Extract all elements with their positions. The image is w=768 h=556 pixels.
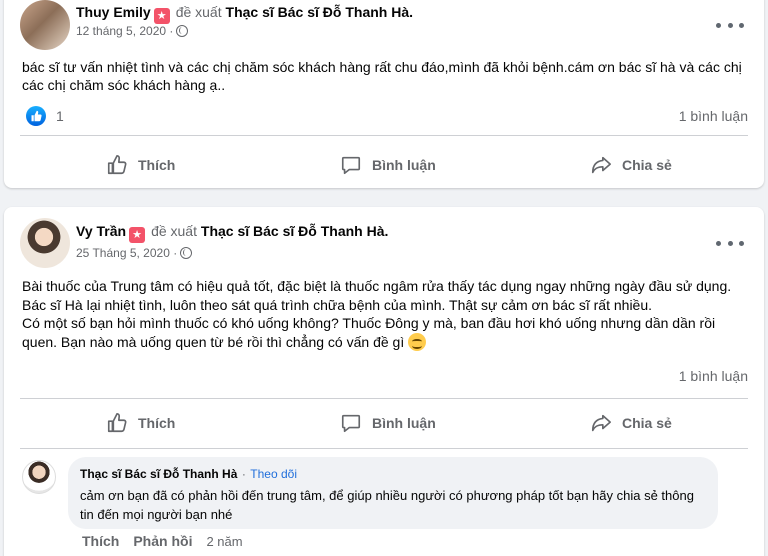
avatar[interactable]: [20, 218, 70, 268]
post-text: bác sĩ tư vấn nhiệt tình và các chị chăm…: [22, 59, 742, 93]
comment-icon: [341, 414, 361, 433]
like-count[interactable]: 1: [56, 108, 64, 124]
comment-count[interactable]: 1 bình luận: [679, 108, 748, 124]
post-card: Thuy Emily ★ đề xuất Thạc sĩ Bác sĩ Đỗ Tha…: [4, 0, 764, 188]
divider: [20, 398, 748, 399]
thumbs-up-icon: [107, 413, 127, 433]
post-text-line: Bài thuốc của Trung tâm có hiệu quả tốt,…: [22, 278, 732, 294]
smile-emoji-icon: [408, 332, 427, 351]
comment-bubble: Thạc sĩ Bác sĩ Đỗ Thanh Hà · Theo dõi cả…: [68, 457, 718, 529]
post-date[interactable]: 12 tháng 5, 2020 ·: [76, 24, 173, 38]
post-text-line: Có một số bạn hỏi mình thuốc có khó uống…: [22, 314, 742, 351]
post-text-line: Bác sĩ Hà lại nhiệt tình, luôn theo sát …: [22, 296, 653, 313]
share-label: Chia sẻ: [622, 157, 672, 173]
comment-button[interactable]: Bình luận: [340, 147, 436, 183]
share-label: Chia sẻ: [622, 415, 672, 431]
share-button[interactable]: Chia sẻ: [590, 147, 672, 183]
recommend-badge-icon: ★: [153, 8, 170, 24]
post-date[interactable]: 25 Tháng 5, 2020 ·: [76, 246, 177, 260]
comment-icon: [341, 156, 361, 175]
like-button[interactable]: Thích: [106, 405, 175, 441]
recommend-verb: đề xuất: [151, 223, 197, 239]
like-reaction-icon[interactable]: [26, 106, 46, 126]
more-icon[interactable]: [716, 233, 744, 253]
like-button[interactable]: Thích: [106, 147, 175, 183]
like-label: Thích: [138, 157, 176, 173]
post-header: Thuy Emily ★ đề xuất Thạc sĩ Bác sĩ Đỗ Tha…: [76, 4, 413, 24]
post-meta: 12 tháng 5, 2020 ·: [76, 24, 189, 38]
page-link[interactable]: Thạc sĩ Bác sĩ Đỗ Thanh Hà.: [226, 4, 414, 20]
like-label: Thích: [138, 415, 176, 431]
comment-time[interactable]: 2 năm: [206, 534, 242, 549]
author-name[interactable]: Thuy Emily: [76, 4, 151, 20]
comment-label: Bình luận: [372, 415, 436, 431]
comment-button[interactable]: Bình luận: [340, 405, 436, 441]
follow-link[interactable]: Theo dõi: [250, 467, 297, 481]
post-text: Bài thuốc của Trung tâm có hiệu quả tốt,…: [22, 277, 742, 351]
globe-icon: [180, 247, 193, 259]
comment-separator: ·: [241, 467, 246, 481]
divider: [20, 135, 748, 136]
post-meta: 25 Tháng 5, 2020 ·: [76, 246, 193, 260]
comment-text: cảm ơn bạn đã có phản hồi đến trung tâm,…: [80, 488, 694, 522]
recommend-verb: đề xuất: [175, 4, 222, 20]
comment-like-button[interactable]: Thích: [82, 533, 119, 549]
author-name[interactable]: Vy Trần: [76, 223, 126, 239]
post-header: Vy Trần ★ đề xuất Thạc sĩ Bác sĩ Đỗ Thanh …: [76, 223, 388, 243]
recommend-badge-icon: ★: [129, 227, 146, 243]
share-icon: [591, 156, 611, 174]
divider: [20, 448, 748, 449]
post-card: Vy Trần ★ đề xuất Thạc sĩ Bác sĩ Đỗ Thanh …: [4, 207, 764, 556]
page-link[interactable]: Thạc sĩ Bác sĩ Đỗ Thanh Hà.: [201, 223, 389, 239]
comment-label: Bình luận: [372, 157, 436, 173]
comment-reply-button[interactable]: Phản hồi: [133, 533, 192, 549]
comment-count[interactable]: 1 bình luận: [679, 368, 748, 384]
more-icon[interactable]: [716, 15, 744, 35]
thumbs-up-icon: [107, 155, 127, 175]
share-icon: [591, 414, 611, 432]
globe-icon: [176, 25, 189, 37]
post-text-line-content: Có một số bạn hỏi mình thuốc có khó uống…: [22, 315, 716, 350]
comment-avatar[interactable]: [22, 460, 56, 494]
comment-author[interactable]: Thạc sĩ Bác sĩ Đỗ Thanh Hà: [80, 467, 237, 481]
avatar[interactable]: [20, 0, 70, 50]
share-button[interactable]: Chia sẻ: [590, 405, 672, 441]
comment-actions: Thích Phản hồi 2 năm: [82, 533, 243, 549]
